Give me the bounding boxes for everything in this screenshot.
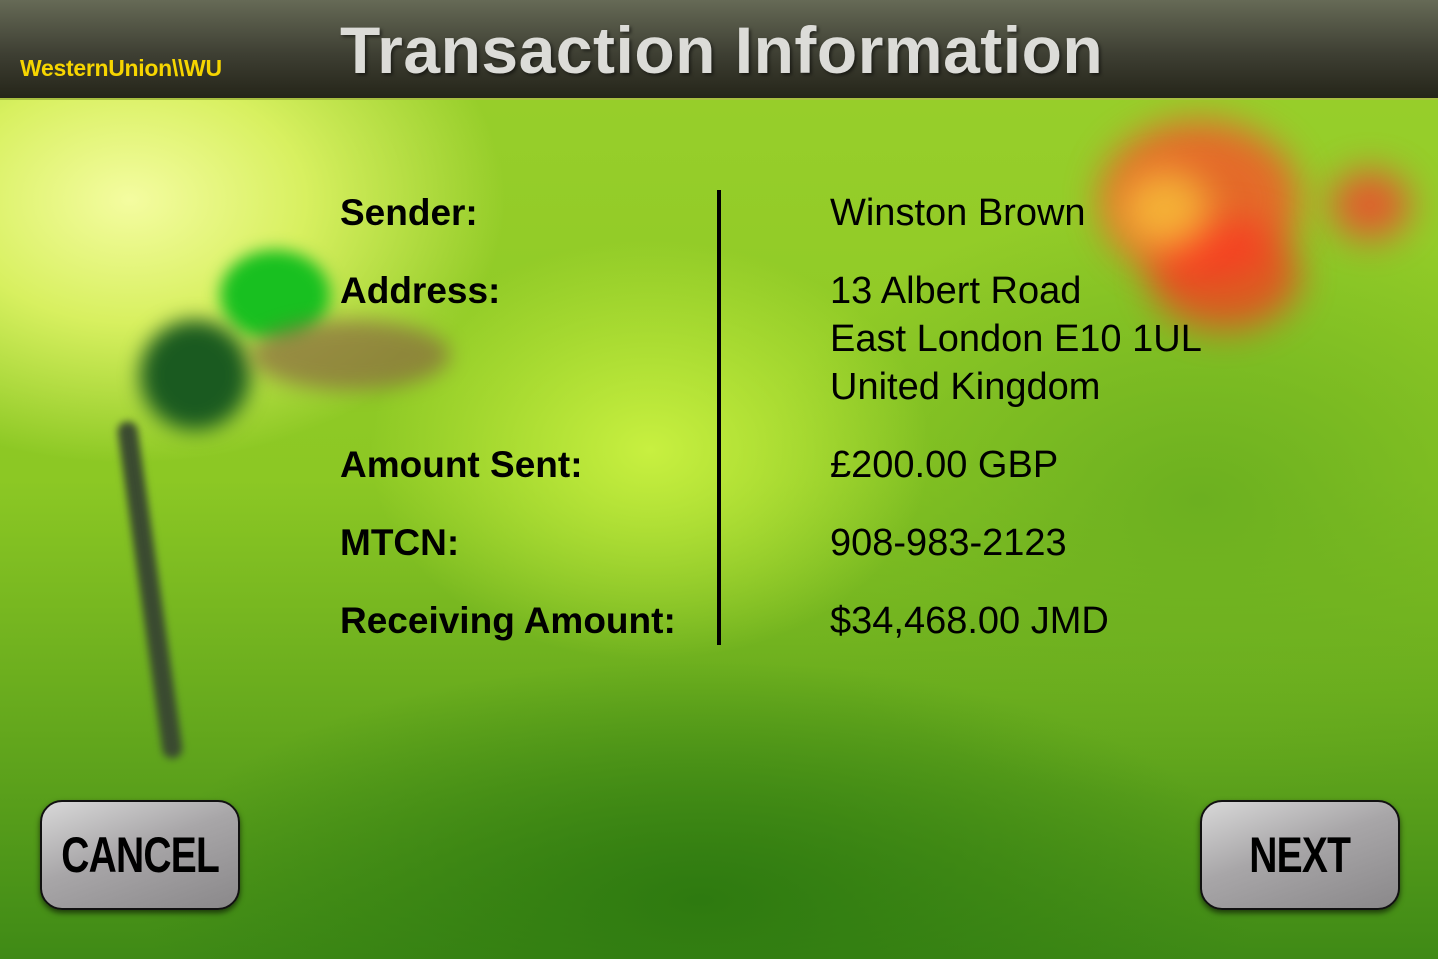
- address-line-1: 13 Albert Road: [830, 270, 1082, 312]
- column-divider: [717, 190, 721, 645]
- hummingbird-image: [140, 320, 250, 430]
- sender-label: Sender:: [340, 192, 478, 233]
- next-button[interactable]: NEXT: [1200, 800, 1400, 910]
- next-button-label: NEXT: [1249, 827, 1352, 883]
- receiving-amount-label: Receiving Amount:: [340, 600, 676, 641]
- header-bar: WesternUnion\\WU Transaction Information: [0, 0, 1438, 100]
- mtcn-value: 908-983-2123: [830, 522, 1067, 564]
- sender-value: Winston Brown: [830, 192, 1086, 234]
- mtcn-label: MTCN:: [340, 522, 460, 563]
- western-union-logo: WesternUnion\\WU: [20, 55, 222, 81]
- amount-sent-value: £200.00 GBP: [830, 444, 1059, 486]
- address-line-3: United Kingdom: [830, 366, 1101, 408]
- background-flower: [1330, 170, 1410, 240]
- background-flower: [1120, 170, 1210, 250]
- page-title: Transaction Information: [340, 13, 1104, 87]
- receiving-amount-value: $34,468.00 JMD: [830, 600, 1109, 642]
- hummingbird-image: [116, 420, 184, 760]
- cancel-button-label: CANCEL: [61, 827, 220, 883]
- cancel-button[interactable]: CANCEL: [40, 800, 240, 910]
- address-label: Address:: [340, 270, 501, 311]
- amount-sent-label: Amount Sent:: [340, 444, 583, 485]
- hummingbird-image: [250, 320, 450, 390]
- address-line-2: East London E10 1UL: [830, 318, 1202, 360]
